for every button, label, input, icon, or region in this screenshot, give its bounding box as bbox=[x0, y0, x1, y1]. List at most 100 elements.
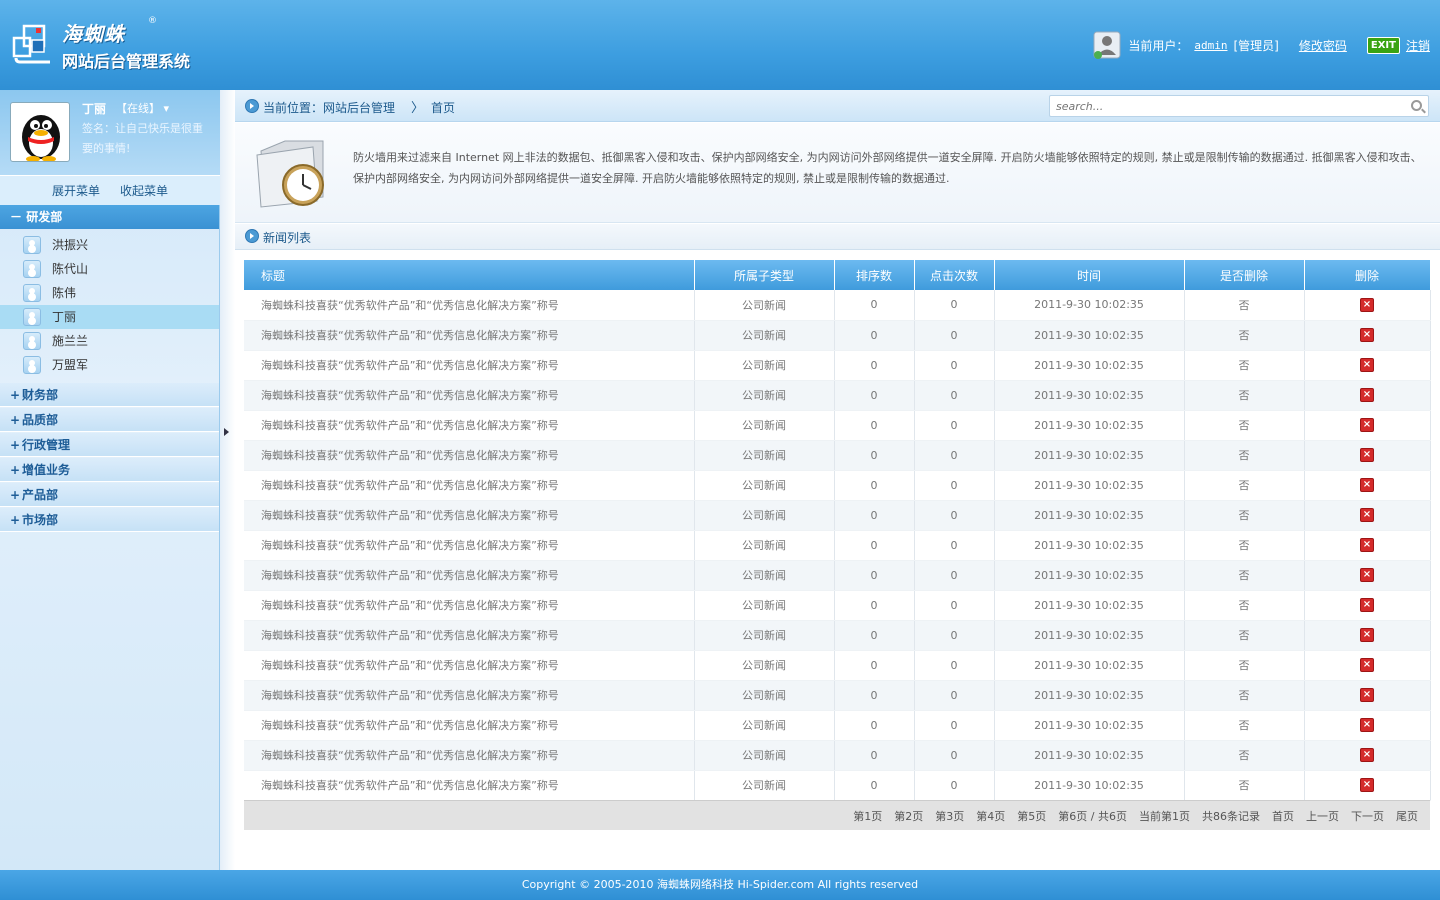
menu-group-admin[interactable]: + 行政管理 bbox=[0, 433, 219, 457]
time-cell: 2011-9-30 10:02:35 bbox=[994, 410, 1185, 441]
location-icon bbox=[245, 99, 259, 113]
menu-group-value-added[interactable]: + 增值业务 bbox=[0, 458, 219, 482]
page-5-link[interactable]: 第5页 bbox=[1017, 808, 1046, 824]
avatar[interactable] bbox=[10, 102, 70, 162]
current-page-label: 当前第1页 bbox=[1139, 810, 1190, 823]
delete-cell: × bbox=[1304, 650, 1431, 681]
page-6-total[interactable]: 第6页 / 共6页 bbox=[1058, 808, 1127, 824]
delete-icon[interactable]: × bbox=[1360, 718, 1374, 732]
delete-icon[interactable]: × bbox=[1360, 297, 1374, 312]
breadcrumb: 当前位置：网站后台管理 〉 首页 bbox=[235, 90, 1440, 122]
delete-icon[interactable]: × bbox=[1360, 508, 1374, 522]
menu-group-quality[interactable]: + 品质部 bbox=[0, 408, 219, 432]
news-title-cell[interactable]: 海蜘蛛科技喜获“优秀软件产品”和“优秀信息化解决方案”称号 bbox=[244, 440, 695, 471]
breadcrumb-home[interactable]: 首页 bbox=[431, 99, 455, 116]
page-3-link[interactable]: 第3页 bbox=[935, 808, 964, 824]
search-icon[interactable] bbox=[1411, 100, 1422, 111]
delete-icon[interactable]: × bbox=[1360, 778, 1374, 792]
delete-icon[interactable]: × bbox=[1360, 568, 1374, 582]
current-user-name[interactable]: admin bbox=[1194, 39, 1227, 52]
clicks-cell: 0 bbox=[914, 620, 995, 651]
news-title-cell[interactable]: 海蜘蛛科技喜获“优秀软件产品”和“优秀信息化解决方案”称号 bbox=[244, 770, 695, 801]
sidebar-item-member[interactable]: 万盟军 bbox=[0, 353, 219, 377]
table-row: 海蜘蛛科技喜获“优秀软件产品”和“优秀信息化解决方案”称号 公司新闻 0 0 2011-… bbox=[244, 470, 1431, 501]
last-page-link[interactable]: 尾页 bbox=[1396, 808, 1418, 824]
news-title-cell[interactable]: 海蜘蛛科技喜获“优秀软件产品”和“优秀信息化解决方案”称号 bbox=[244, 380, 695, 411]
penguin-avatar-icon bbox=[22, 115, 60, 161]
column-header-time[interactable]: 时间 bbox=[994, 260, 1185, 290]
subtype-cell: 公司新闻 bbox=[694, 320, 835, 351]
prev-page-link[interactable]: 上一页 bbox=[1306, 808, 1339, 824]
delete-icon[interactable]: × bbox=[1360, 388, 1374, 402]
news-title-cell[interactable]: 海蜘蛛科技喜获“优秀软件产品”和“优秀信息化解决方案”称号 bbox=[244, 740, 695, 771]
logout-link[interactable]: 注销 bbox=[1406, 37, 1430, 54]
exit-icon[interactable]: EXIT bbox=[1366, 36, 1400, 54]
menu-group-rd[interactable]: － 研发部 bbox=[0, 205, 219, 229]
page-4-link[interactable]: 第4页 bbox=[976, 808, 1005, 824]
news-title-cell[interactable]: 海蜘蛛科技喜获“优秀软件产品”和“优秀信息化解决方案”称号 bbox=[244, 470, 695, 501]
news-title-cell[interactable]: 海蜘蛛科技喜获“优秀软件产品”和“优秀信息化解决方案”称号 bbox=[244, 590, 695, 621]
subtype-cell: 公司新闻 bbox=[694, 560, 835, 591]
breadcrumb-location[interactable]: 当前位置：网站后台管理 bbox=[263, 99, 395, 116]
first-page-link[interactable]: 首页 bbox=[1272, 808, 1294, 824]
change-password-link[interactable]: 修改密码 bbox=[1299, 37, 1347, 54]
subtype-cell: 公司新闻 bbox=[694, 590, 835, 621]
column-header-title[interactable]: 标题 bbox=[244, 260, 695, 290]
news-title-cell[interactable]: 海蜘蛛科技喜获“优秀软件产品”和“优秀信息化解决方案”称号 bbox=[244, 650, 695, 681]
news-title-cell[interactable]: 海蜘蛛科技喜获“优秀软件产品”和“优秀信息化解决方案”称号 bbox=[244, 530, 695, 561]
delete-icon[interactable]: × bbox=[1360, 658, 1374, 672]
current-user-role: [管理员] bbox=[1233, 38, 1279, 53]
column-header-deleted[interactable]: 是否删除 bbox=[1184, 260, 1305, 290]
time-cell: 2011-9-30 10:02:35 bbox=[994, 380, 1185, 411]
sidebar-item-member[interactable]: 施兰兰 bbox=[0, 329, 219, 353]
news-title-cell[interactable]: 海蜘蛛科技喜获“优秀软件产品”和“优秀信息化解决方案”称号 bbox=[244, 500, 695, 531]
time-cell: 2011-9-30 10:02:35 bbox=[994, 350, 1185, 381]
time-cell: 2011-9-30 10:02:35 bbox=[994, 650, 1185, 681]
search-input[interactable] bbox=[1050, 96, 1390, 116]
menu-group-finance[interactable]: + 财务部 bbox=[0, 383, 219, 407]
clicks-cell: 0 bbox=[914, 740, 995, 771]
page-2-link[interactable]: 第2页 bbox=[894, 808, 923, 824]
deleted-flag-cell: 否 bbox=[1184, 410, 1305, 441]
delete-icon[interactable]: × bbox=[1360, 418, 1374, 432]
column-header-sort[interactable]: 排序数 bbox=[834, 260, 915, 290]
delete-cell: × bbox=[1304, 500, 1431, 531]
toggle-sidebar-arrow-icon[interactable] bbox=[224, 428, 229, 436]
expand-menu-button[interactable]: 展开菜单 bbox=[52, 182, 100, 199]
delete-icon[interactable]: × bbox=[1360, 598, 1374, 612]
menu-group-marketing[interactable]: + 市场部 bbox=[0, 508, 219, 532]
delete-icon[interactable]: × bbox=[1360, 538, 1374, 552]
news-title-cell[interactable]: 海蜘蛛科技喜获“优秀软件产品”和“优秀信息化解决方案”称号 bbox=[244, 350, 695, 381]
sidebar-item-member[interactable]: 陈代山 bbox=[0, 257, 219, 281]
delete-icon[interactable]: × bbox=[1360, 328, 1374, 342]
sidebar-splitter[interactable] bbox=[220, 90, 235, 870]
news-title-cell[interactable]: 海蜘蛛科技喜获“优秀软件产品”和“优秀信息化解决方案”称号 bbox=[244, 320, 695, 351]
sort-cell: 0 bbox=[834, 740, 915, 771]
sidebar-item-member[interactable]: 陈伟 bbox=[0, 281, 219, 305]
delete-icon[interactable]: × bbox=[1360, 478, 1374, 492]
online-status-dropdown[interactable]: 【在线】 ▾ bbox=[116, 100, 169, 116]
delete-icon[interactable]: × bbox=[1360, 448, 1374, 462]
news-title-cell[interactable]: 海蜘蛛科技喜获“优秀软件产品”和“优秀信息化解决方案”称号 bbox=[244, 680, 695, 711]
news-title-cell[interactable]: 海蜘蛛科技喜获“优秀软件产品”和“优秀信息化解决方案”称号 bbox=[244, 290, 695, 321]
sidebar-item-member-active[interactable]: 丁丽 bbox=[0, 305, 219, 329]
column-header-clicks[interactable]: 点击次数 bbox=[914, 260, 995, 290]
delete-icon[interactable]: × bbox=[1360, 628, 1374, 642]
collapse-menu-button[interactable]: 收起菜单 bbox=[120, 182, 168, 199]
page-1-link[interactable]: 第1页 bbox=[853, 808, 882, 824]
clicks-cell: 0 bbox=[914, 410, 995, 441]
column-header-delete[interactable]: 删除 bbox=[1304, 260, 1431, 290]
delete-icon[interactable]: × bbox=[1360, 748, 1374, 762]
menu-group-product[interactable]: + 产品部 bbox=[0, 483, 219, 507]
news-title-cell[interactable]: 海蜘蛛科技喜获“优秀软件产品”和“优秀信息化解决方案”称号 bbox=[244, 410, 695, 441]
delete-icon[interactable]: × bbox=[1360, 358, 1374, 372]
column-header-subtype[interactable]: 所属子类型 bbox=[694, 260, 835, 290]
menu-toggles: 展开菜单 收起菜单 bbox=[0, 175, 220, 205]
next-page-link[interactable]: 下一页 bbox=[1351, 808, 1384, 824]
news-title-cell[interactable]: 海蜘蛛科技喜获“优秀软件产品”和“优秀信息化解决方案”称号 bbox=[244, 620, 695, 651]
news-title-cell[interactable]: 海蜘蛛科技喜获“优秀软件产品”和“优秀信息化解决方案”称号 bbox=[244, 710, 695, 741]
news-title-cell[interactable]: 海蜘蛛科技喜获“优秀软件产品”和“优秀信息化解决方案”称号 bbox=[244, 560, 695, 591]
subtype-cell: 公司新闻 bbox=[694, 650, 835, 681]
delete-icon[interactable]: × bbox=[1360, 688, 1374, 702]
sidebar-item-member[interactable]: 洪振兴 bbox=[0, 233, 219, 257]
